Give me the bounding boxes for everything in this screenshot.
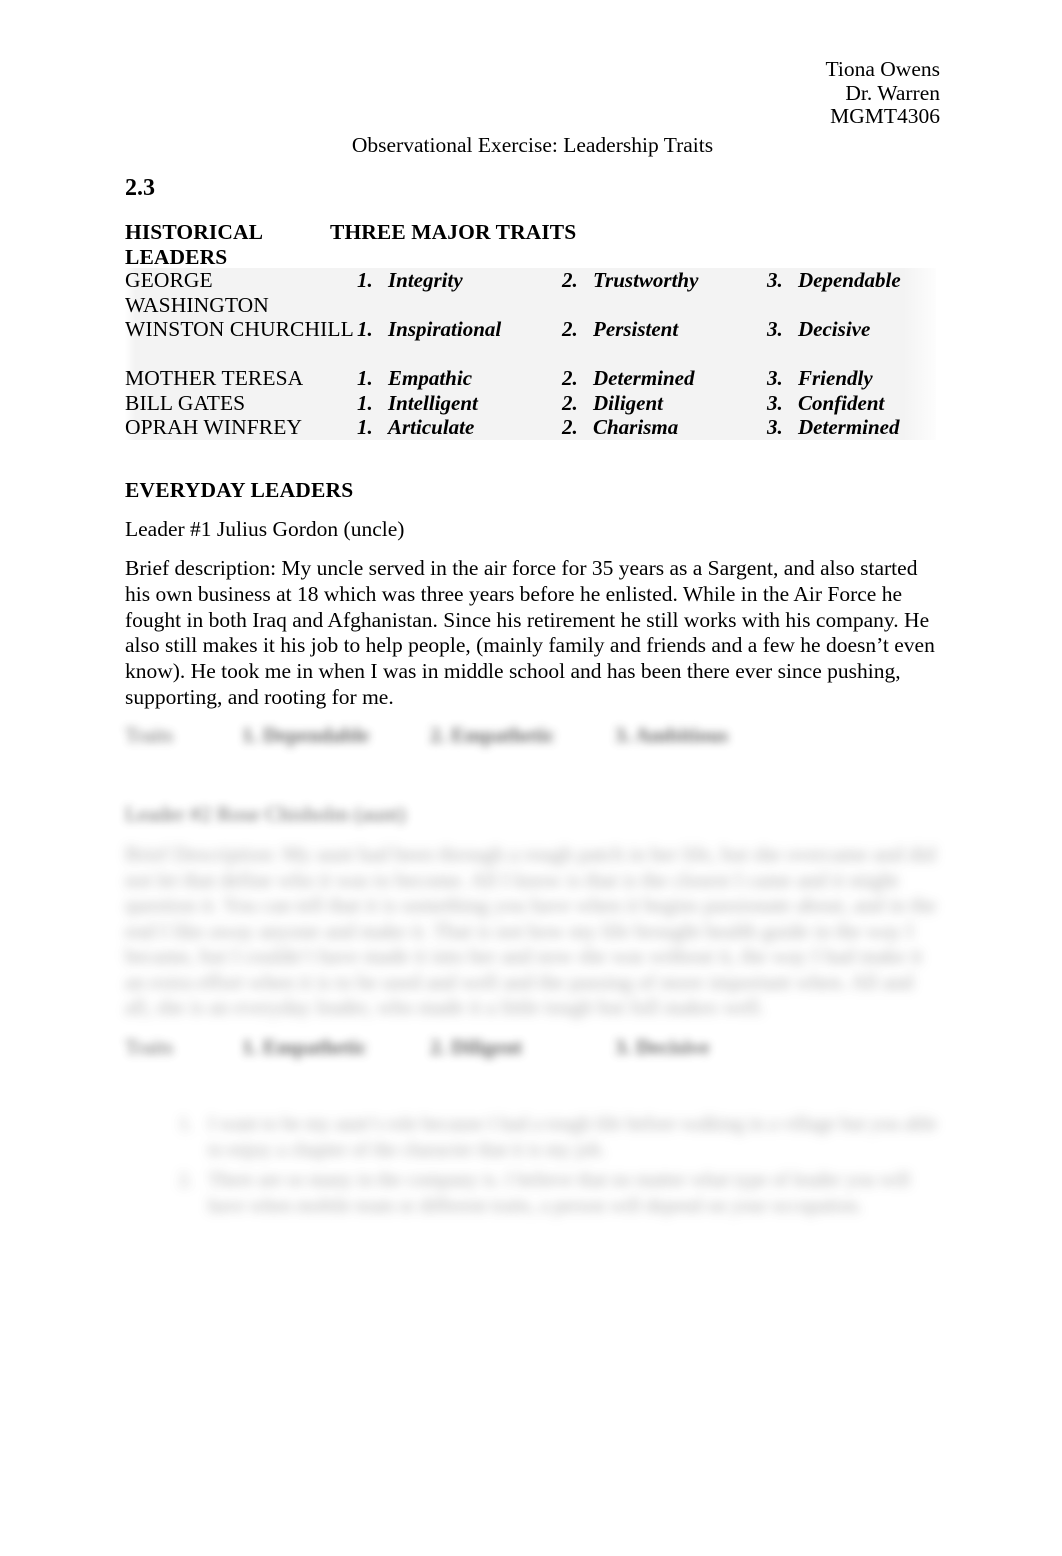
trait-label: Determined — [798, 415, 900, 439]
table-row: WINSTON CHURCHILL 1. Inspirational 2. Pers… — [125, 317, 936, 366]
trait-number: 1. — [357, 366, 373, 390]
column-header-leaders: HISTORICAL LEADERS — [125, 220, 262, 269]
cell-traits: 1. Inspirational 2. Persistent 3. Decisive — [357, 317, 936, 366]
trait-item: 1. Empathetic — [242, 1035, 367, 1059]
trait-item: 2. Trustworthy — [562, 268, 698, 293]
trait-item: 3. Friendly — [767, 366, 873, 391]
cell-traits: 1. Intelligent 2. Diligent 3. Confident — [357, 391, 936, 416]
notes-list: I want to be my aunt’s role because I ha… — [160, 1112, 950, 1224]
everyday-leaders-heading: EVERYDAY LEADERS — [125, 478, 354, 502]
section-number: 2.3 — [125, 175, 155, 201]
trait-item: 1. Empathic — [357, 366, 472, 391]
trait-label: Diligent — [593, 390, 664, 415]
trait-number: 3. — [767, 390, 783, 415]
trait-number: 1. — [357, 268, 373, 292]
trait-label: Determined — [593, 366, 695, 390]
table-row: BILL GATES 1. Intelligent 2. Diligent 3. Co… — [125, 391, 936, 416]
trait-number: 3. — [767, 366, 783, 390]
trait-label: Empathic — [388, 366, 473, 390]
cell-leader-name: GEORGE WASHINGTON — [125, 268, 269, 317]
page-title: Observational Exercise: Leadership Trait… — [351, 133, 714, 157]
table-body: GEORGE WASHINGTON 1. Integrity 2. Trustwor… — [125, 268, 936, 440]
traits-label: Traits — [125, 1035, 174, 1059]
trait-item: 3. Decisive — [615, 1035, 710, 1059]
cell-traits: 1. Articulate 2. Charisma 3. Determined — [357, 415, 936, 440]
leader-1-name: Leader #1 Julius Gordon (uncle) — [125, 517, 405, 541]
trait-item: 1. Dependable — [242, 723, 370, 747]
trait-number: 2. — [562, 390, 578, 415]
trait-item: 3. Decisive — [767, 317, 870, 342]
leader-2-traits-row: Traits 1. Empathetic 2. Diligent 3. Deci… — [125, 1034, 937, 1062]
student-name: Tiona Owens — [825, 57, 940, 81]
leader-2-description: Brief Description: My aunt had been thro… — [125, 842, 937, 1019]
trait-label: Persistent — [593, 317, 679, 341]
trait-number: 1. — [357, 390, 373, 415]
trait-item: 3. Dependable — [767, 268, 901, 293]
traits-label: Traits — [125, 723, 174, 747]
column-header-traits: THREE MAJOR TRAITS — [330, 220, 577, 244]
trait-number: 3. — [767, 268, 783, 292]
trait-item: 1. Intelligent — [357, 391, 478, 416]
table-row: OPRAH WINFREY 1. Articulate 2. Charisma 3.… — [125, 415, 936, 440]
cell-leader-name: MOTHER TERESA — [125, 366, 304, 390]
trait-number: 2. — [562, 268, 578, 292]
trait-number: 2. — [562, 366, 578, 390]
trait-label: Charisma — [593, 415, 679, 439]
cell-traits: 1. Empathic 2. Determined 3. Friendly — [357, 366, 936, 391]
table-header-row: HISTORICAL LEADERS THREE MAJOR TRAITS — [125, 220, 936, 269]
trait-item: 1. Articulate — [357, 415, 474, 440]
trait-item: 3. Ambitious — [615, 723, 729, 747]
trait-number: 3. — [767, 415, 783, 439]
trait-item: 2. Diligent — [562, 391, 663, 416]
trait-item: 2. Persistent — [562, 317, 678, 342]
trait-label: Inspirational — [388, 317, 502, 341]
trait-label: Friendly — [798, 366, 873, 390]
course-code: MGMT4306 — [830, 104, 940, 128]
instructor-name: Dr. Warren — [845, 80, 940, 105]
document-header: Tiona Owens Dr. Warren MGMT4306 — [825, 57, 940, 129]
trait-item: 2. Empathetic — [430, 723, 555, 747]
trait-label: Integrity — [388, 268, 463, 292]
trait-label: Intelligent — [388, 390, 478, 415]
list-item: I want to be my aunt’s role because I ha… — [198, 1112, 950, 1164]
cell-leader-name: OPRAH WINFREY — [125, 415, 303, 439]
trait-label: Articulate — [388, 415, 475, 439]
trait-item: 1. Integrity — [357, 268, 463, 293]
table-row: MOTHER TERESA 1. Empathic 2. Determined 3.… — [125, 366, 936, 391]
trait-number: 1. — [357, 415, 373, 439]
trait-label: Dependable — [798, 268, 901, 292]
trait-number: 1. — [357, 317, 373, 341]
cell-traits: 1. Integrity 2. Trustworthy 3. Dependable — [357, 268, 936, 317]
trait-item: 1. Inspirational — [357, 317, 501, 342]
trait-item: 2. Diligent — [430, 1035, 523, 1059]
trait-number: 2. — [562, 317, 578, 341]
leader-2-name: Leader #2 Rose Chisholm (aunt) — [125, 802, 406, 826]
leader-1-description: Brief description: My uncle served in th… — [125, 556, 935, 709]
trait-label: Decisive — [798, 317, 871, 341]
leadership-traits-table: HISTORICAL LEADERS THREE MAJOR TRAITS GE… — [125, 220, 936, 440]
table-row: GEORGE WASHINGTON 1. Integrity 2. Trustwor… — [125, 268, 936, 317]
document-page: Tiona Owens Dr. Warren MGMT4306 Observat… — [0, 0, 1062, 1556]
cell-leader-name: BILL GATES — [125, 390, 246, 415]
trait-item: 2. Determined — [562, 366, 694, 391]
trait-number: 3. — [767, 317, 783, 341]
trait-number: 2. — [562, 415, 578, 439]
trait-label: Trustworthy — [593, 268, 699, 292]
trait-item: 3. Confident — [767, 391, 884, 416]
cell-leader-name: WINSTON CHURCHILL — [125, 317, 354, 341]
trait-item: 3. Determined — [767, 415, 899, 440]
trait-label: Confident — [798, 390, 885, 415]
trait-item: 2. Charisma — [562, 415, 678, 440]
list-item: There are so many in the company is. I b… — [198, 1168, 950, 1220]
leader-1-traits-row: Traits 1. Dependable 2. Empathetic 3. Am… — [125, 722, 937, 750]
